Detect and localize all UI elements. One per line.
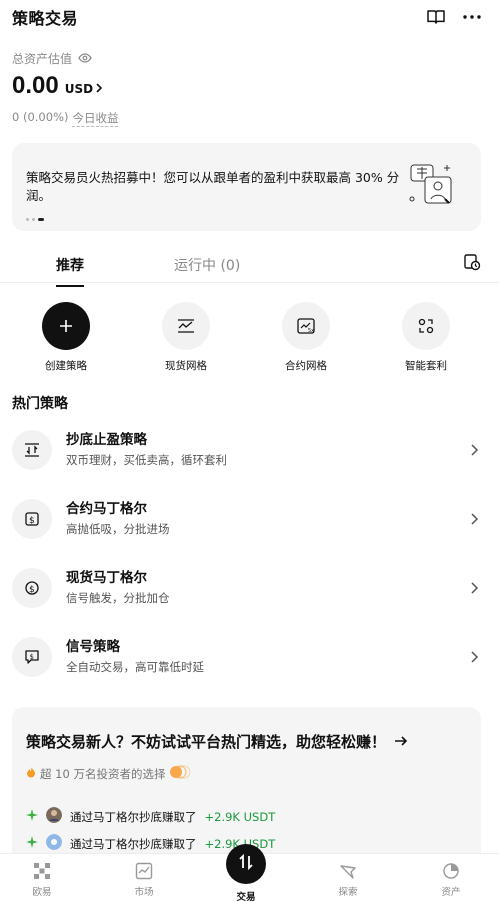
bottom-navigation: 欧易 市场 交易 探索 资产 [0,844,499,901]
header: 策略交易 [12,4,483,30]
buy-low-icon [12,430,52,470]
qa-label: 智能套利 [405,360,447,372]
chevron-right-icon [95,82,103,96]
page-dot-active[interactable] [38,218,44,221]
strategy-name: 抄底止盈策略 [66,432,147,448]
promo-subtitle: 超 10 万名投资者的选择 [40,766,166,781]
qa-label: 现货网格 [165,360,207,372]
svg-text:$: $ [29,516,35,526]
asset-value-row[interactable]: 0.00 USD [12,72,103,100]
book-icon[interactable] [425,6,447,28]
compass-icon [339,862,357,880]
nav-label: 资产 [441,887,461,898]
banner-text: 策略交易员火热招募中！您可以从跟单者的盈利中获取最高 30% 分润。 [26,170,400,203]
strategy-name: 信号策略 [66,639,120,655]
strategy-name: 合约马丁格尔 [66,501,147,517]
strategy-desc: 双币理财，买低卖高，循环套利 [66,453,227,467]
asset-amount: 0.00 [12,72,59,99]
qa-label: 合约网格 [285,360,327,372]
qa-label: 创建策略 [45,360,87,372]
strategy-item[interactable]: $ 现货马丁格尔 信号触发，分批加仓 [12,562,481,618]
strategy-desc: 全自动交易，高可靠低时延 [66,660,204,674]
promo-title-row[interactable]: 策略交易新人？不妨试试平台热门精选，助您轻松赚！ [26,731,408,752]
nav-label: 市场 [134,887,154,898]
market-chart-icon [135,862,153,880]
banner-pagination [26,218,44,221]
user-avatar [46,807,62,826]
create-strategy-button[interactable]: 创建策略 [21,302,111,373]
trader-illustration-icon [407,159,467,215]
strategy-item[interactable]: $ 信号策略 全自动交易，高可靠低时延 [12,631,481,687]
grid-chart-icon [162,302,210,350]
strategy-desc: 高抛低吸，分批进场 [66,522,170,536]
signal-icon: $ [12,637,52,677]
asset-label: 总资产估值 [12,52,73,66]
page-title: 策略交易 [12,9,79,28]
sparkle-icon [26,836,38,851]
tab-recommended[interactable]: 推荐 [56,255,84,287]
history-icon[interactable] [463,253,485,275]
currency-selector[interactable]: USD [65,82,103,96]
contract-martingale-icon: $ [12,499,52,539]
coin-stack-icon [169,765,192,782]
sparkle-icon [26,809,38,824]
feed-gain: +2.9K USDT [204,809,276,824]
nav-item-assets[interactable]: 资产 [421,862,481,898]
chevron-right-icon [469,580,481,596]
nav-label: 欧易 [32,887,52,898]
swap-arrows-icon [237,853,255,875]
smart-arbitrage-button[interactable]: 智能套利 [381,302,471,373]
hot-strategies-title: 热门策略 [12,396,68,412]
trade-button[interactable] [226,844,266,884]
chevron-right-icon [469,649,481,665]
tab-running[interactable]: 运行中 (0) [174,255,240,275]
feed-text: 通过马丁格尔抄底赚取了 [70,836,197,851]
newcomer-promo-card[interactable]: 策略交易新人？不妨试试平台热门精选，助您轻松赚！ 超 10 万名投资者的选择 通… [12,707,481,867]
pnl-value: 0 (0.00%) [12,110,69,124]
nav-label: 探索 [338,887,358,898]
strategy-name: 现货马丁格尔 [66,570,147,586]
svg-text:$: $ [30,653,34,661]
nav-item-market[interactable]: 市场 [114,862,174,898]
pnl-label[interactable]: 今日收益 [72,110,119,127]
asset-label-row: 总资产估值 [12,50,92,67]
eye-icon[interactable] [78,52,92,66]
quick-actions: 创建策略 现货网格 5x 合约网格 智能套利 [0,302,499,374]
currency-label: USD [64,82,94,96]
arrow-right-icon [394,733,408,751]
svg-text:5x: 5x [308,328,314,334]
strategy-desc: 信号触发，分批加仓 [66,591,170,605]
arbitrage-icon [402,302,450,350]
spot-martingale-icon: $ [12,568,52,608]
promo-title: 策略交易新人？不妨试试平台热门精选，助您轻松赚！ [26,733,387,751]
strategy-item[interactable]: 抄底止盈策略 双币理财，买低卖高，循环套利 [12,424,481,480]
nav-item-explore[interactable]: 探索 [318,862,378,898]
user-avatar [46,834,62,853]
page-dot[interactable] [26,218,29,221]
fire-icon [26,766,36,781]
more-icon[interactable] [461,6,483,28]
promo-subtitle-row: 超 10 万名投资者的选择 [26,765,192,782]
chevron-right-icon [469,511,481,527]
contract-grid-button[interactable]: 5x 合约网格 [261,302,351,373]
spot-grid-button[interactable]: 现货网格 [141,302,231,373]
today-pnl-row: 0 (0.00%) 今日收益 [12,110,119,127]
nav-label-trade[interactable]: 交易 [216,889,276,901]
header-actions [425,6,483,28]
okx-logo-icon [33,862,51,880]
promo-feed-item: 通过马丁格尔抄底赚取了 +2.9K USDT [26,807,275,826]
pie-chart-icon [442,862,460,880]
strategy-item[interactable]: $ 合约马丁格尔 高抛低吸，分批进场 [12,493,481,549]
svg-text:$: $ [29,585,35,595]
nav-item-okx[interactable]: 欧易 [12,862,72,898]
page-dot[interactable] [32,218,35,221]
plus-icon [42,302,90,350]
feed-text: 通过马丁格尔抄底赚取了 [70,809,197,824]
strategy-tabs: 推荐 运行中 (0) [0,247,499,287]
chevron-right-icon [469,442,481,458]
contract-grid-icon: 5x [282,302,330,350]
recruit-banner[interactable]: 策略交易员火热招募中！您可以从跟单者的盈利中获取最高 30% 分润。 [12,143,481,231]
